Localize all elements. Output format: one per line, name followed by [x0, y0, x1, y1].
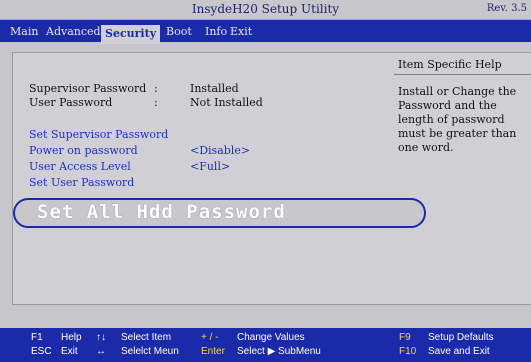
- select-item-label: Select Item: [121, 332, 172, 343]
- power-on-password-value[interactable]: <Disable>: [190, 144, 250, 157]
- esc-label: Exit: [61, 346, 78, 357]
- user-password-colon: :: [154, 96, 158, 109]
- f10-key: F10: [399, 346, 417, 357]
- help-title: Item Specific Help: [398, 58, 502, 71]
- menu-boot[interactable]: Boot: [162, 24, 196, 39]
- menu-advanced[interactable]: Advanced: [42, 24, 105, 39]
- supervisor-password-value: Installed: [190, 82, 239, 95]
- save-and-exit-label: Save and Exit: [428, 346, 490, 357]
- user-password-value: Not Installed: [190, 96, 263, 109]
- up-down-arrows-icon: ↑↓: [96, 332, 106, 343]
- select-submenu-label: Select ▶ SubMenu: [237, 346, 321, 357]
- menu-bar: Main Advanced Security Boot Info Exit: [0, 20, 531, 44]
- help-text: Install or Change the Password and the l…: [398, 85, 517, 154]
- supervisor-password-label: Supervisor Password: [29, 82, 147, 95]
- supervisor-password-colon: :: [154, 82, 158, 95]
- title-bar: InsydeH20 Setup Utility Rev. 3.5: [0, 0, 531, 20]
- set-user-password-item[interactable]: Set User Password: [29, 176, 134, 189]
- user-access-level-value[interactable]: <Full>: [190, 160, 230, 173]
- menu-security[interactable]: Security: [101, 25, 161, 44]
- set-supervisor-password-item[interactable]: Set Supervisor Password: [29, 128, 168, 141]
- user-password-label: User Password: [29, 96, 113, 109]
- help-panel: Item Specific Help Install or Change the…: [394, 52, 531, 305]
- footer-key-bar: F1 Help ESC Exit ↑↓ Select Item ↔ Selelc…: [0, 328, 531, 362]
- menu-exit[interactable]: Exit: [226, 24, 256, 39]
- revision-label: Rev. 3.5: [486, 3, 527, 14]
- esc-key: ESC: [31, 346, 52, 357]
- select-menu-label: Selelct Meun: [121, 346, 179, 357]
- change-values-label: Change Values: [237, 332, 305, 343]
- app-title: InsydeH20 Setup Utility: [191, 2, 340, 16]
- enter-key: Enter: [201, 346, 225, 357]
- plus-minus-key: + / -: [201, 332, 219, 343]
- setup-defaults-label: Setup Defaults: [428, 332, 494, 343]
- f1-key: F1: [31, 332, 43, 343]
- left-right-arrows-icon: ↔: [96, 346, 106, 357]
- menu-main[interactable]: Main: [6, 24, 42, 39]
- help-divider: [394, 74, 531, 75]
- power-on-password-item[interactable]: Power on password: [29, 144, 138, 157]
- set-all-hdd-password-label: Set All Hdd Password: [37, 201, 286, 223]
- f9-key: F9: [399, 332, 411, 343]
- user-access-level-item[interactable]: User Access Level: [29, 160, 131, 173]
- set-all-hdd-password-item[interactable]: Set All Hdd Password: [13, 198, 426, 228]
- f1-label: Help: [61, 332, 82, 343]
